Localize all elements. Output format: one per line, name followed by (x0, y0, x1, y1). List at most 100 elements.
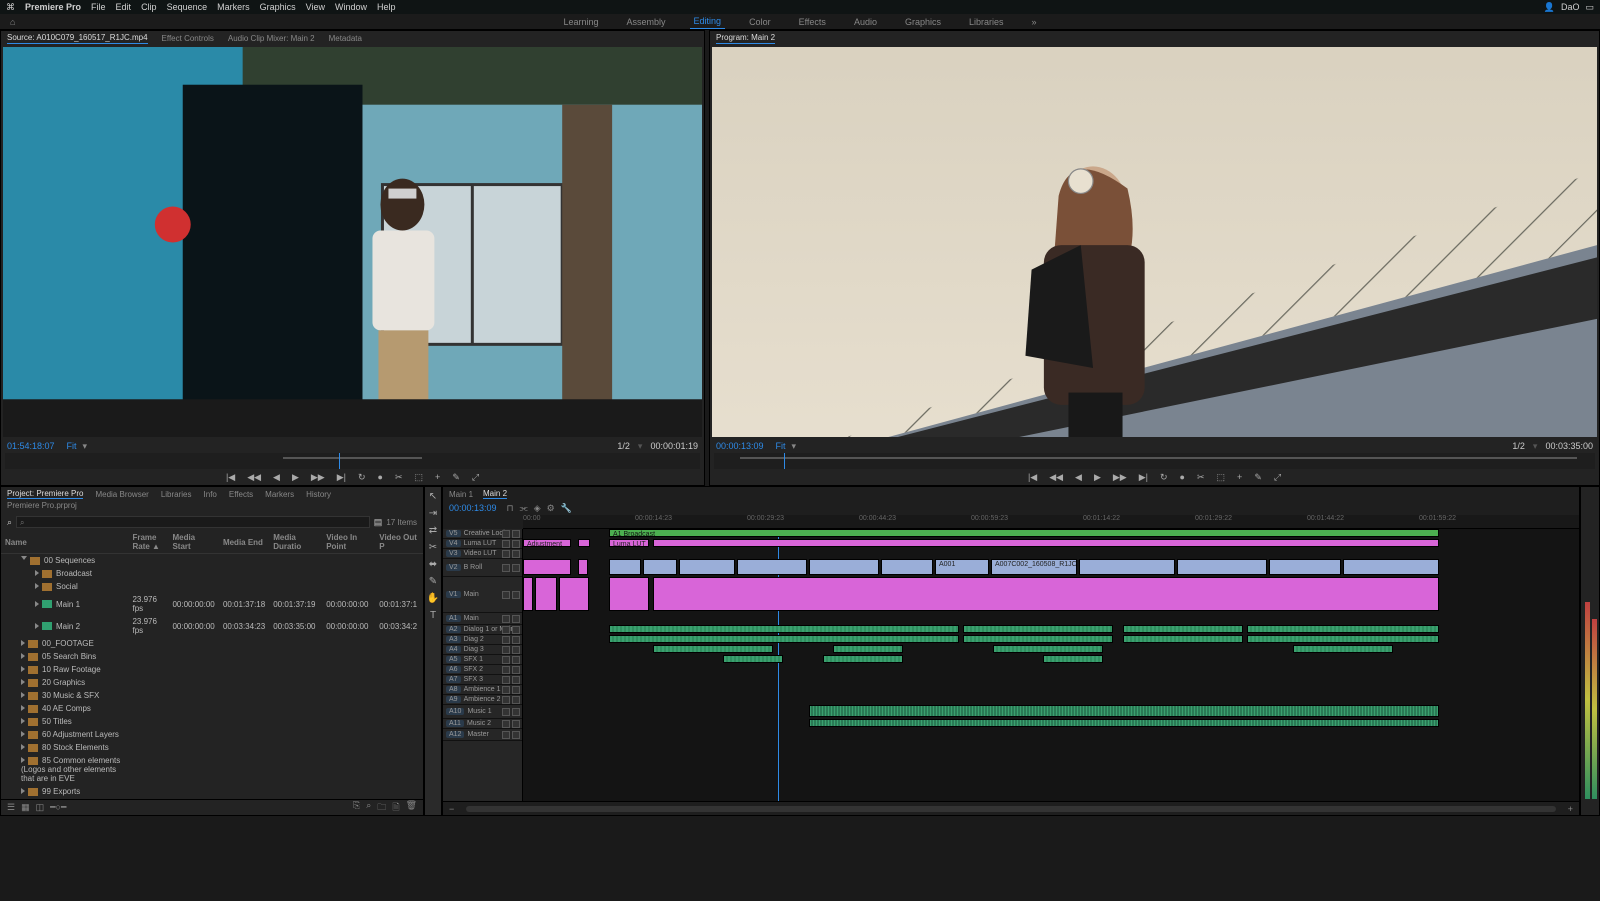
menu-edit[interactable]: Edit (116, 2, 132, 12)
clip[interactable] (1343, 559, 1439, 575)
filter-icon[interactable]: ▤ (374, 517, 383, 528)
marker-icon[interactable]: ◈ (534, 503, 541, 514)
chevron-icon[interactable] (35, 570, 39, 576)
mute-icon[interactable] (502, 720, 510, 728)
transport-btn-8[interactable]: ✂ (1195, 472, 1207, 483)
video-track-header[interactable]: V2B Roll (443, 559, 522, 577)
clip[interactable] (559, 577, 589, 611)
clip[interactable] (643, 559, 677, 575)
transport-btn-3[interactable]: ▶ (1092, 472, 1103, 483)
clip[interactable] (578, 539, 590, 547)
chevron-icon[interactable] (21, 653, 25, 659)
toggle-icon[interactable] (502, 550, 510, 558)
audio-track-header[interactable]: A10Music 1 (443, 705, 522, 719)
audio-track-header[interactable]: A9Ambience 2 (443, 695, 522, 705)
transport-btn-2[interactable]: ◀ (1073, 472, 1084, 483)
track-tag[interactable]: A5 (446, 656, 461, 663)
solo-icon[interactable] (512, 666, 520, 674)
track-tag[interactable]: V1 (446, 591, 461, 598)
new-bin-icon[interactable]: 🗀 (377, 800, 386, 816)
chevron-icon[interactable] (21, 744, 25, 750)
source-zoom[interactable]: 1/2 (617, 441, 630, 451)
project-row[interactable]: 20 Graphics (1, 676, 423, 689)
linked-selection-icon[interactable]: ⫘ (520, 503, 528, 514)
audio-track-header[interactable]: A12Master (443, 729, 522, 741)
column-header[interactable]: Media End (219, 531, 269, 554)
solo-icon[interactable] (512, 656, 520, 664)
audio-track-header[interactable]: A5SFX 1 (443, 655, 522, 665)
ws-libraries[interactable]: Libraries (965, 15, 1008, 29)
project-row[interactable]: 05 Search Bins (1, 650, 423, 663)
ripple-tool-icon[interactable]: ⇄ (429, 525, 437, 536)
ws-graphics[interactable]: Graphics (901, 15, 945, 29)
program-timecode-in[interactable]: 00:00:13:09 (716, 441, 764, 451)
track-tag[interactable]: A8 (446, 686, 461, 693)
transport-btn-6[interactable]: ↻ (1158, 472, 1170, 483)
column-header[interactable]: Frame Rate ▲ (128, 531, 168, 554)
toggle-icon[interactable] (512, 591, 520, 599)
solo-icon[interactable] (512, 720, 520, 728)
horizontal-scroll[interactable] (466, 806, 1555, 812)
clip[interactable] (653, 645, 773, 653)
audio-track-header[interactable]: A1Main (443, 613, 522, 625)
ws-effects[interactable]: Effects (795, 15, 830, 29)
ws-audio[interactable]: Audio (850, 15, 881, 29)
track-tag[interactable]: A10 (446, 708, 464, 715)
clip[interactable] (809, 559, 879, 575)
project-row[interactable]: Main 123.976 fps00:00:00:0000:01:37:1800… (1, 593, 423, 615)
chevron-icon[interactable] (21, 705, 25, 711)
solo-icon[interactable] (512, 615, 520, 623)
clip[interactable] (535, 577, 557, 611)
toggle-icon[interactable] (502, 530, 510, 538)
project-row[interactable]: 60 Adjustment Layers (1, 728, 423, 741)
user-icon[interactable]: 👤 (1544, 2, 1555, 13)
transport-btn-0[interactable]: |◀ (1026, 472, 1039, 483)
ws-assembly[interactable]: Assembly (623, 15, 670, 29)
audio-track-header[interactable]: A3Diag 2 (443, 635, 522, 645)
clip[interactable] (993, 645, 1103, 653)
transport-btn-9[interactable]: ⬚ (1215, 472, 1228, 483)
chevron-icon[interactable] (21, 788, 25, 794)
track-tag[interactable]: A7 (446, 676, 461, 683)
toggle-icon[interactable] (502, 540, 510, 548)
project-row[interactable]: 40 AE Comps (1, 702, 423, 715)
chevron-icon[interactable] (21, 692, 25, 698)
source-tab-effectcontrols[interactable]: Effect Controls (162, 34, 214, 43)
video-track-header[interactable]: V3Video LUT (443, 549, 522, 559)
clip[interactable]: A001 (935, 559, 989, 575)
solo-icon[interactable] (512, 636, 520, 644)
auto-sequence-icon[interactable]: ⎘ (353, 800, 360, 816)
transport-btn-1[interactable]: ◀◀ (1047, 472, 1065, 483)
clip[interactable] (723, 655, 783, 663)
clip[interactable] (809, 719, 1439, 727)
menu-markers[interactable]: Markers (217, 2, 250, 12)
source-tab-metadata[interactable]: Metadata (329, 34, 362, 43)
wrench-icon[interactable]: 🔧 (561, 503, 572, 514)
track-tag[interactable]: A11 (446, 720, 464, 727)
audio-track-header[interactable]: A2Dialog 1 or Main (443, 625, 522, 635)
type-tool-icon[interactable]: T (430, 610, 436, 621)
toggle-icon[interactable] (512, 540, 520, 548)
clip[interactable] (1269, 559, 1341, 575)
source-viewer[interactable] (3, 47, 702, 437)
clip[interactable] (833, 645, 903, 653)
clip[interactable] (963, 635, 1113, 643)
chevron-icon[interactable] (21, 679, 25, 685)
solo-icon[interactable] (512, 708, 520, 716)
toggle-icon[interactable] (502, 591, 510, 599)
track-tag[interactable]: A1 (446, 615, 461, 622)
toggle-icon[interactable] (512, 550, 520, 558)
clip[interactable] (609, 559, 641, 575)
clip[interactable]: Adjustment (523, 539, 571, 547)
chevron-icon[interactable] (21, 718, 25, 724)
project-tab-5[interactable]: Markers (265, 490, 294, 499)
timeline-ruler[interactable]: 00:0000:00:14:2300:00:29:2300:00:44:2300… (523, 515, 1579, 529)
transport-btn-5[interactable]: ▶| (335, 472, 348, 483)
program-viewer[interactable] (712, 47, 1597, 437)
program-zoom[interactable]: 1/2 (1512, 441, 1525, 451)
project-tab-2[interactable]: Libraries (161, 490, 192, 499)
list-view-icon[interactable]: ☰ (7, 802, 15, 813)
transport-btn-11[interactable]: ✎ (1252, 472, 1264, 483)
chevron-icon[interactable] (21, 556, 27, 563)
audio-track-header[interactable]: A11Music 2 (443, 719, 522, 729)
